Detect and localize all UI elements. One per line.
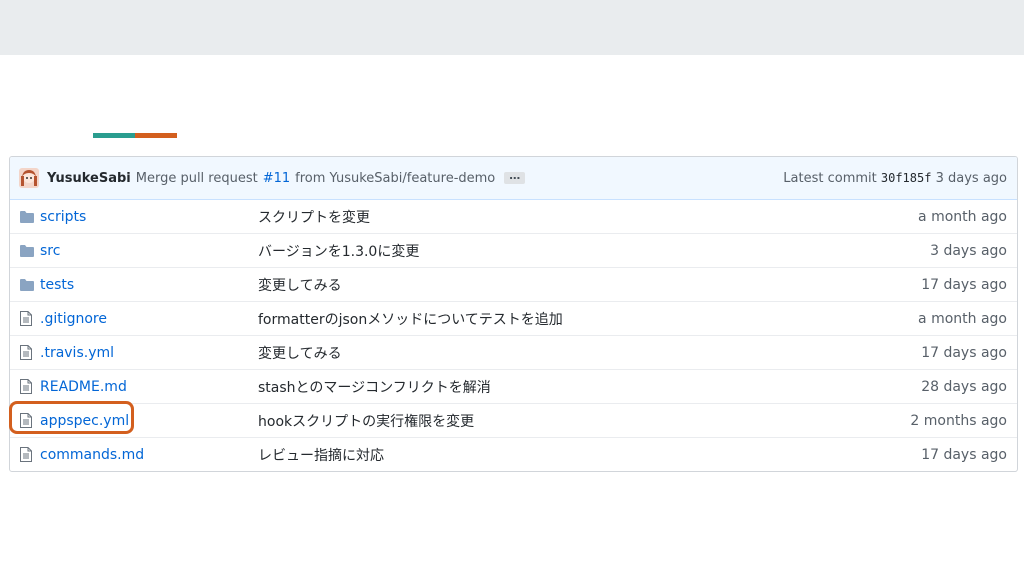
file-icon [20, 311, 40, 326]
file-name-cell: tests [40, 277, 258, 293]
pull-request-link[interactable]: #11 [263, 171, 290, 186]
latest-commit-bar: YusukeSabi Merge pull request #11 from Y… [10, 157, 1017, 200]
commit-age: 3 days ago [935, 170, 1007, 186]
commit-message-link[interactable]: 変更してみる [258, 343, 921, 363]
top-band [0, 0, 1024, 55]
table-row[interactable]: scripts スクリプトを変更 a month ago [10, 200, 1017, 233]
file-icon [20, 447, 40, 462]
file-name-cell: src [40, 243, 258, 259]
file-name-link[interactable]: tests [40, 277, 74, 293]
accent-bar [93, 133, 177, 138]
file-name-cell: scripts [40, 209, 258, 225]
file-age: 2 months ago [910, 412, 1007, 429]
file-name-link[interactable]: .travis.yml [40, 345, 114, 361]
accent-bar-orange [135, 133, 177, 138]
table-row[interactable]: src バージョンを1.3.0に変更 3 days ago [10, 233, 1017, 267]
commit-author-link[interactable]: YusukeSabi [47, 171, 131, 186]
file-age: 3 days ago [930, 242, 1007, 259]
expand-commit-button[interactable]: … [504, 170, 526, 184]
file-name-link[interactable]: commands.md [40, 447, 144, 463]
commit-message-link[interactable]: レビュー指摘に対応 [258, 445, 921, 465]
file-name-link[interactable]: appspec.yml [40, 413, 129, 429]
file-age: 28 days ago [921, 378, 1007, 395]
file-icon [20, 413, 40, 428]
avatar[interactable] [19, 168, 39, 188]
commit-message-suffix[interactable]: from YusukeSabi/feature-demo [295, 171, 495, 186]
file-name-link[interactable]: scripts [40, 209, 86, 225]
latest-commit-label: Latest commit [783, 170, 877, 186]
file-table: YusukeSabi Merge pull request #11 from Y… [9, 156, 1018, 472]
file-icon [20, 345, 40, 360]
commit-message-link[interactable]: formatterのjsonメソッドについてテストを追加 [258, 309, 918, 329]
file-name-cell: README.md [40, 379, 258, 395]
latest-commit-info: Latest commit 30f185f 3 days ago [783, 171, 1007, 186]
commit-sha-link[interactable]: 30f185f [881, 171, 932, 185]
commit-message-link[interactable]: hookスクリプトの実行権限を変更 [258, 411, 910, 431]
accent-bar-teal [93, 133, 135, 138]
commit-message-link[interactable]: スクリプトを変更 [258, 207, 918, 227]
folder-icon [20, 210, 40, 223]
file-name-link[interactable]: README.md [40, 379, 127, 395]
file-name-cell: commands.md [40, 447, 258, 463]
table-row[interactable]: tests 変更してみる 17 days ago [10, 267, 1017, 301]
file-age: 17 days ago [921, 344, 1007, 361]
file-name-cell: .travis.yml [40, 345, 258, 361]
table-row[interactable]: commands.md レビュー指摘に対応 17 days ago [10, 437, 1017, 471]
table-row[interactable]: .gitignore formatterのjsonメソッドについてテストを追加 a … [10, 301, 1017, 335]
file-age: 17 days ago [921, 446, 1007, 463]
file-age: a month ago [918, 208, 1007, 225]
commit-message-prefix[interactable]: Merge pull request [136, 171, 258, 186]
folder-icon [20, 278, 40, 291]
table-row[interactable]: README.md stashとのマージコンフリクトを解消 28 days ago [10, 369, 1017, 403]
file-name-cell: appspec.yml [40, 413, 258, 429]
commit-message-link[interactable]: 変更してみる [258, 275, 921, 295]
file-name-link[interactable]: src [40, 243, 60, 259]
file-age: a month ago [918, 310, 1007, 327]
table-row[interactable]: appspec.yml hookスクリプトの実行権限を変更 2 months ago [10, 403, 1017, 437]
file-age: 17 days ago [921, 276, 1007, 293]
folder-icon [20, 244, 40, 257]
commit-message-link[interactable]: バージョンを1.3.0に変更 [258, 241, 930, 261]
table-row[interactable]: .travis.yml 変更してみる 17 days ago [10, 335, 1017, 369]
file-icon [20, 379, 40, 394]
commit-message-link[interactable]: stashとのマージコンフリクトを解消 [258, 377, 921, 397]
file-name-cell: .gitignore [40, 311, 258, 327]
file-name-link[interactable]: .gitignore [40, 311, 107, 327]
